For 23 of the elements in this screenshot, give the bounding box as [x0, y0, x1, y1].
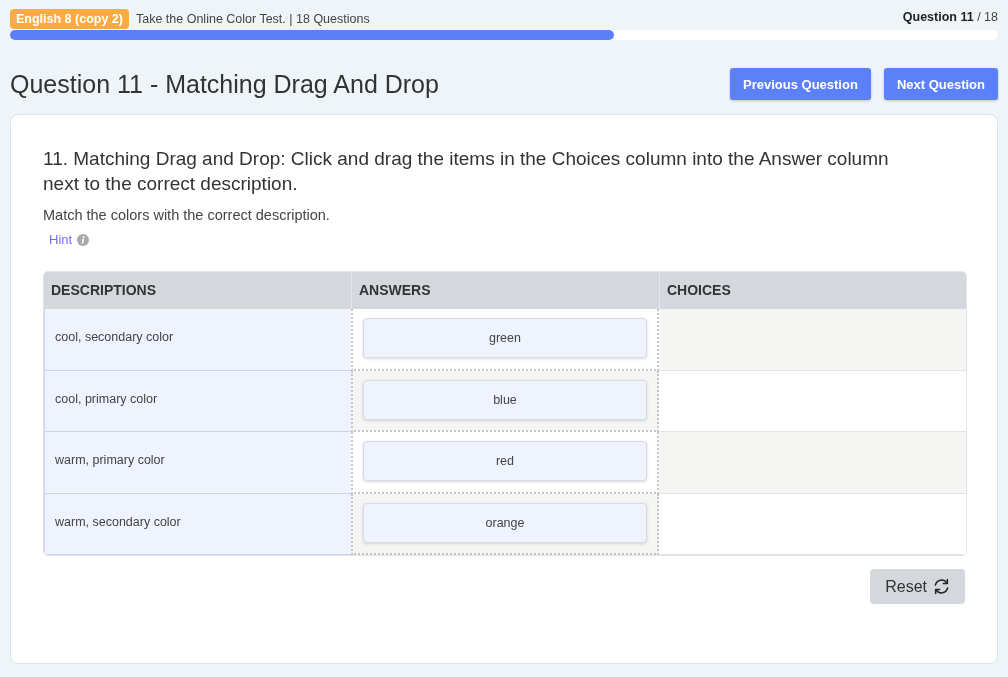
description-cell: warm, primary color: [44, 432, 351, 494]
answer-chip[interactable]: green: [363, 318, 647, 358]
column-header: CHOICES: [659, 272, 966, 309]
instruction-text: Match the colors with the correct description.: [43, 207, 331, 223]
reset-button[interactable]: Reset: [870, 569, 965, 604]
description-cell: warm, secondary color: [44, 493, 351, 555]
answer-chip[interactable]: red: [363, 441, 647, 481]
refresh-icon: [933, 578, 950, 595]
next-question-button[interactable]: Next Question: [883, 68, 998, 100]
course-badge: English 8 (copy 2): [10, 9, 129, 29]
info-icon[interactable]: [77, 233, 90, 246]
answer-chip[interactable]: orange: [363, 502, 647, 543]
description-cell: cool, secondary color: [44, 309, 351, 371]
test-info: Take the Online Color Test. | 18 Questions: [135, 12, 370, 26]
answer-chip[interactable]: blue: [363, 379, 647, 420]
column-header: ANSWERS: [351, 272, 659, 309]
question-counter: Question 11 / 18: [902, 9, 998, 24]
previous-question-button[interactable]: Previous Question: [730, 68, 871, 100]
description-cell: cool, primary color: [44, 370, 351, 432]
page-title: Question 11 - Matching Drag And Drop: [10, 69, 439, 99]
column-header: DESCRIPTIONS: [44, 272, 351, 309]
question-prompt: 11. Matching Drag and Drop: Click and drag the items in the Choices column into the Answer column next to the correct description.: [43, 147, 890, 196]
hint-link[interactable]: Hint: [49, 232, 73, 247]
